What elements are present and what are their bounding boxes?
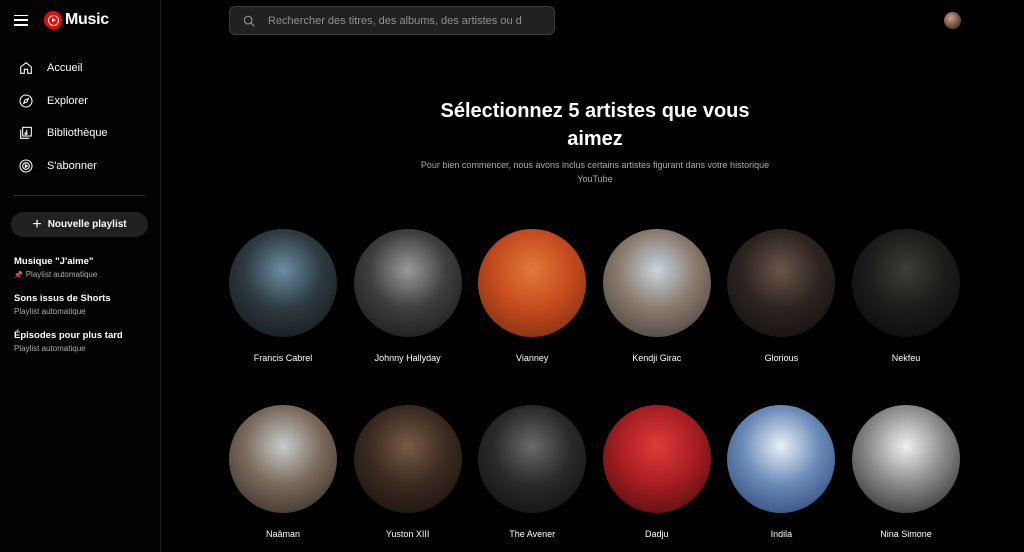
- playlist-list: Musique "J'aime" 📌 Playlist automatique …: [14, 256, 154, 367]
- artist-card[interactable]: Francis Cabrel: [228, 229, 338, 363]
- playlist-subtitle: Playlist automatique: [25, 270, 98, 279]
- artist-name: Francis Cabrel: [253, 353, 313, 363]
- artist-name: Nina Simone: [880, 529, 932, 539]
- artist-photo: [852, 405, 960, 513]
- search-bar[interactable]: [229, 6, 555, 35]
- library-icon: [20, 127, 32, 140]
- pin-icon: 📌: [14, 271, 23, 279]
- search-icon: [243, 15, 255, 27]
- sidebar-nav: Accueil Explorer Bibliothèque S'abonner: [0, 52, 160, 182]
- playlist-subtitle: Playlist automatique: [14, 344, 86, 353]
- playlist-item[interactable]: Épisodes pour plus tard Playlist automat…: [14, 330, 154, 353]
- artist-photo: [602, 229, 711, 337]
- artist-photo: [478, 229, 587, 337]
- playlist-title: Épisodes pour plus tard: [14, 330, 123, 341]
- artist-card[interactable]: Naâman: [228, 405, 338, 539]
- artist-photo: [852, 229, 960, 337]
- playlist-title: Musique "J'aime": [14, 256, 94, 267]
- new-playlist-button[interactable]: + Nouvelle playlist: [11, 212, 148, 237]
- artist-photo: [602, 405, 711, 513]
- avatar[interactable]: [944, 12, 961, 29]
- topbar-left: Music: [14, 9, 109, 31]
- compass-icon: [19, 94, 33, 108]
- artist-name: Dadju: [645, 529, 669, 539]
- sidebar-item-sabonner[interactable]: S'abonner: [0, 150, 160, 183]
- search-input[interactable]: [268, 14, 528, 27]
- logo-icon: [44, 11, 62, 29]
- artist-card[interactable]: Nekfeu: [851, 229, 961, 363]
- sidebar: Music Accueil Explorer Bibliothèque S'ab…: [0, 0, 161, 552]
- artist-name: Nekfeu: [891, 353, 921, 363]
- artist-name: Vianney: [516, 353, 549, 363]
- page-title: Sélectionnez 5 artistes que vous aimez: [440, 100, 750, 150]
- plus-icon: +: [32, 215, 42, 233]
- sidebar-item-label: Bibliothèque: [47, 127, 108, 140]
- youtube-music-logo[interactable]: Music: [44, 11, 109, 29]
- playlist-item[interactable]: Sons issus de Shorts Playlist automatiqu…: [14, 293, 154, 316]
- subscribe-icon: [19, 159, 33, 173]
- new-playlist-label: Nouvelle playlist: [47, 219, 127, 230]
- artist-photo: [353, 229, 462, 337]
- artist-card[interactable]: The Avener: [477, 405, 587, 539]
- page-subtitle: Pour bien commencer, nous avons inclus c…: [420, 160, 770, 184]
- artist-name: Indila: [770, 529, 793, 539]
- artist-name: Naâman: [265, 529, 301, 539]
- artist-name: Johnny Hallyday: [374, 353, 441, 363]
- artist-photo: [727, 229, 836, 337]
- sidebar-item-label: S'abonner: [47, 159, 97, 172]
- artist-card[interactable]: Johnny Hallyday: [353, 229, 463, 363]
- sidebar-item-explorer[interactable]: Explorer: [0, 85, 160, 118]
- sidebar-divider: [14, 195, 145, 196]
- sidebar-item-accueil[interactable]: Accueil: [0, 52, 160, 85]
- artist-name: Yuston XIII: [385, 529, 430, 539]
- artist-photo: [478, 405, 587, 513]
- artist-card[interactable]: Glorious: [726, 229, 836, 363]
- artist-name: The Avener: [509, 529, 556, 539]
- playlist-subtitle-row: 📌 Playlist automatique: [14, 270, 154, 279]
- artist-photo: [229, 405, 337, 513]
- playlist-title: Sons issus de Shorts: [14, 293, 111, 304]
- artist-card[interactable]: Vianney: [477, 229, 587, 363]
- app-window: Music Accueil Explorer Bibliothèque S'ab…: [0, 0, 1024, 552]
- home-icon: [20, 62, 32, 75]
- sidebar-item-label: Accueil: [47, 62, 83, 75]
- sidebar-item-label: Explorer: [47, 94, 88, 107]
- artist-card[interactable]: Yuston XIII: [353, 405, 463, 539]
- artist-photo: [229, 229, 337, 337]
- playlist-subtitle: Playlist automatique: [14, 307, 86, 316]
- artist-card[interactable]: Dadju: [602, 405, 712, 539]
- sidebar-item-bibliotheque[interactable]: Bibliothèque: [0, 117, 160, 150]
- artist-card[interactable]: Indila: [726, 405, 836, 539]
- artist-photo: [727, 405, 836, 513]
- menu-icon[interactable]: [14, 14, 28, 26]
- artist-name: Kendji Girac: [632, 353, 682, 363]
- artist-card[interactable]: Kendji Girac: [602, 229, 712, 363]
- logo-text: Music: [65, 11, 109, 28]
- artist-name: Glorious: [764, 353, 799, 363]
- artist-photo: [353, 405, 462, 513]
- playlist-item[interactable]: Musique "J'aime" 📌 Playlist automatique: [14, 256, 154, 279]
- artist-card[interactable]: Nina Simone: [851, 405, 961, 539]
